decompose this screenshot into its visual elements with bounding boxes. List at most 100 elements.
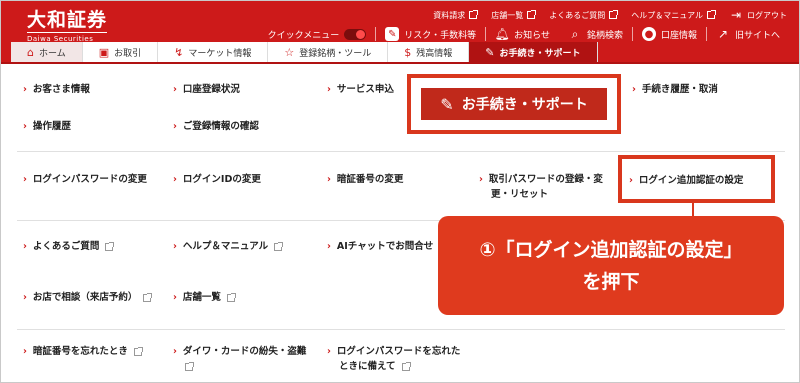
external-link-icon bbox=[143, 292, 153, 302]
menu-label: ログインパスワードを忘れた bbox=[336, 346, 461, 357]
chevron-right-icon: › bbox=[327, 174, 331, 185]
menu-label: 口座登録状況 bbox=[182, 84, 240, 95]
chevron-right-icon: › bbox=[23, 84, 27, 95]
chevron-right-icon: › bbox=[23, 241, 27, 252]
link-store-list[interactable]: 店舗一覧 bbox=[491, 10, 537, 21]
logo-main-text: 大和証券 bbox=[27, 9, 108, 33]
menu-pin-change[interactable]: › 暗証番号の変更 bbox=[327, 172, 403, 187]
search-icon: ⌕ bbox=[571, 26, 579, 41]
menu-label: サービス申込 bbox=[336, 84, 394, 95]
menu-login-id-change[interactable]: › ログインIDの変更 bbox=[173, 172, 261, 187]
daiwa-logo[interactable]: 大和証券 Daiwa Securities bbox=[27, 9, 108, 43]
chevron-right-icon: › bbox=[23, 174, 27, 185]
menu-forgot-pin[interactable]: › 暗証番号を忘れたとき bbox=[23, 344, 143, 359]
menu-customer-info[interactable]: › お客さま情報 bbox=[23, 82, 90, 97]
link-label: 資料請求 bbox=[433, 10, 466, 20]
toggle-switch-icon[interactable] bbox=[344, 28, 367, 40]
notice-label: お知らせ bbox=[514, 30, 550, 41]
link-label: 店舗一覧 bbox=[491, 10, 524, 20]
search-label: 銘柄検索 bbox=[586, 30, 623, 41]
tab-label: 残高情報 bbox=[416, 49, 453, 59]
menu-account-status[interactable]: › 口座登録状況 bbox=[173, 82, 240, 97]
menu-ai-chat[interactable]: › AIチャットでお問合せ bbox=[327, 239, 433, 254]
tab-home[interactable]: ⌂ ホーム bbox=[11, 42, 83, 63]
search-link[interactable]: ⌕ 銘柄検索 bbox=[559, 27, 632, 41]
nav-underline bbox=[1, 62, 799, 64]
link-label: ログアウト bbox=[747, 10, 787, 20]
logout-link[interactable]: ⇥ ログアウト bbox=[729, 8, 787, 22]
menu-label: 店舗一覧 bbox=[182, 292, 221, 303]
tab-label: マーケット情報 bbox=[188, 49, 252, 59]
tab-label: 登録銘柄・ツール bbox=[299, 49, 372, 59]
menu-store-list[interactable]: › 店舗一覧 bbox=[173, 290, 236, 305]
menu-login-auth[interactable]: › ログイン追加認証の設定 bbox=[629, 172, 743, 186]
chevron-right-icon: › bbox=[173, 121, 177, 132]
menu-label: ご登録情報の確認 bbox=[182, 121, 259, 132]
tab-label: ホーム bbox=[38, 49, 66, 59]
external-link-icon bbox=[226, 292, 236, 302]
home-icon: ⌂ bbox=[27, 46, 34, 59]
notice-link[interactable]: 🔔︎ お知らせ bbox=[486, 27, 559, 41]
trade-icon: ▣ bbox=[98, 46, 110, 59]
link-document-request[interactable]: 資料請求 bbox=[433, 10, 479, 21]
external-link-icon bbox=[105, 241, 115, 251]
account-info-link[interactable]: ● 口座情報 bbox=[633, 27, 706, 41]
external-link-icon bbox=[609, 10, 619, 19]
link-label: よくあるご質問 bbox=[549, 10, 606, 20]
tab-label: お取引 bbox=[114, 49, 142, 59]
chevron-right-icon: › bbox=[327, 346, 331, 357]
chevron-right-icon: › bbox=[629, 175, 633, 186]
menu-registered-info[interactable]: › ご登録情報の確認 bbox=[173, 119, 259, 134]
old-site-link[interactable]: ↗ 旧サイトへ bbox=[707, 27, 789, 41]
main-nav: ⌂ ホーム ▣ お取引 ↯ マーケット情報 ☆ 登録銘柄・ツール $ 残高情報 ✎ お手続き… bbox=[11, 42, 598, 63]
external-link-icon bbox=[401, 361, 411, 371]
menu-help[interactable]: › ヘルプ＆マニュアル bbox=[173, 239, 284, 254]
chevron-right-icon: › bbox=[479, 174, 483, 185]
tab-balance[interactable]: $ 残高情報 bbox=[388, 42, 470, 63]
menu-label: お店で相談（来店予約） bbox=[32, 292, 138, 303]
screenshot-frame: 大和証券 Daiwa Securities 資料請求 店舗一覧 よくあるご質問 … bbox=[0, 0, 800, 383]
menu-label: ヘルプ＆マニュアル bbox=[182, 241, 269, 252]
chevron-right-icon: › bbox=[173, 84, 177, 95]
chevron-right-icon: › bbox=[173, 241, 177, 252]
chevron-right-icon: › bbox=[327, 84, 331, 95]
chevron-right-icon: › bbox=[173, 174, 177, 185]
tab-trade[interactable]: ▣ お取引 bbox=[82, 42, 159, 63]
menu-label: 取引パスワードの登録・変 bbox=[488, 174, 603, 185]
menu-label-line2: 更・リセット bbox=[491, 189, 549, 200]
menu-login-pw-change[interactable]: › ログインパスワードの変更 bbox=[23, 172, 147, 187]
menu-label: 手続き履歴・取消 bbox=[641, 84, 718, 95]
chevron-right-icon: › bbox=[173, 292, 177, 303]
menu-service-apply[interactable]: › サービス申込 bbox=[327, 82, 394, 97]
link-faq[interactable]: よくあるご質問 bbox=[549, 10, 619, 21]
external-link-icon bbox=[185, 361, 194, 371]
menu-lost-card[interactable]: › ダイワ・カードの紛失・盗難 bbox=[173, 344, 306, 374]
quick-menu-toggle[interactable]: クイックメニュー bbox=[259, 28, 376, 41]
instruction-line2: を押下 bbox=[582, 270, 640, 293]
tab-market[interactable]: ↯ マーケット情報 bbox=[158, 42, 269, 63]
link-help[interactable]: ヘルプ＆マニュアル bbox=[631, 10, 716, 21]
tab-procedure[interactable]: ✎ お手続き・サポート bbox=[469, 42, 598, 63]
section-divider bbox=[17, 151, 785, 152]
link-label: ヘルプ＆マニュアル bbox=[631, 10, 703, 20]
pencil-icon: ✎ bbox=[440, 94, 454, 114]
external-link-icon bbox=[133, 346, 143, 356]
chevron-right-icon: › bbox=[173, 346, 177, 357]
logout-icon: ⇥ bbox=[730, 8, 742, 22]
menu-faq[interactable]: › よくあるご質問 bbox=[23, 239, 115, 254]
menu-label: お客さま情報 bbox=[32, 84, 90, 95]
menu-trade-pw[interactable]: › 取引パスワードの登録・変 更・リセット bbox=[479, 172, 603, 202]
menu-label: 操作履歴 bbox=[32, 121, 71, 132]
menu-operation-history[interactable]: › 操作履歴 bbox=[23, 119, 71, 134]
menu-forgot-login-pw[interactable]: › ログインパスワードを忘れた ときに備えて bbox=[327, 344, 460, 374]
menu-label: AIチャットでお問合せ bbox=[336, 241, 434, 252]
procedure-callout-button[interactable]: ✎ お手続き・サポート bbox=[421, 88, 607, 120]
menu-label: ログインIDの変更 bbox=[182, 174, 261, 185]
risk-fees-link[interactable]: ✎ リスク・手数料等 bbox=[376, 27, 485, 41]
quick-menu-label: クイックメニュー bbox=[267, 30, 340, 41]
menu-store-consult[interactable]: › お店で相談（来店予約） bbox=[23, 290, 153, 305]
procedure-callout-box: ✎ お手続き・サポート bbox=[407, 74, 621, 134]
tab-register[interactable]: ☆ 登録銘柄・ツール bbox=[268, 42, 389, 63]
external-link-icon bbox=[707, 10, 716, 19]
menu-procedure-history[interactable]: › 手続き履歴・取消 bbox=[632, 82, 718, 97]
